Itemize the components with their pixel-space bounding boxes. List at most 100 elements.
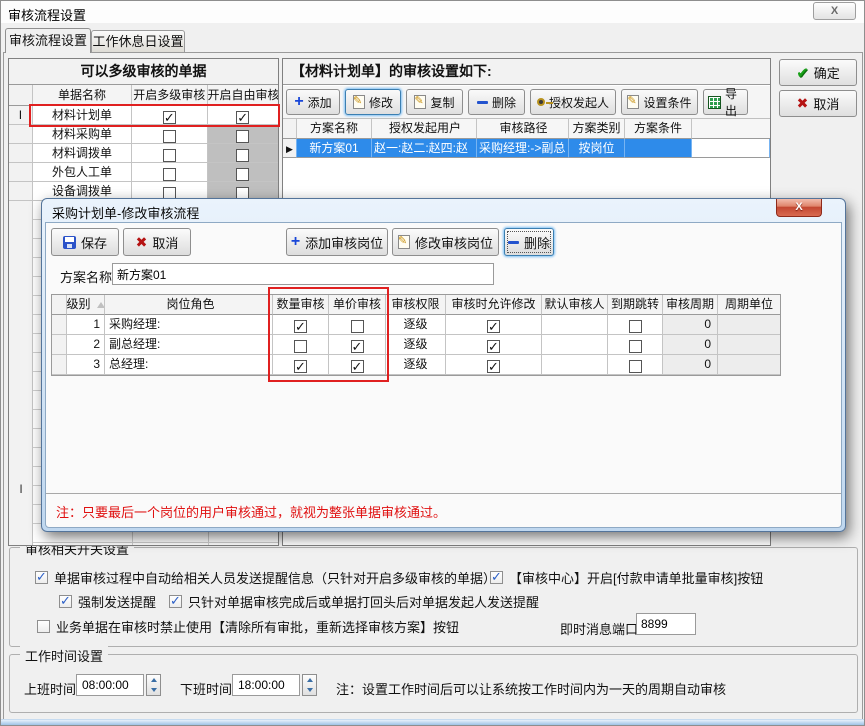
- forbid-clear-checkbox[interactable]: [37, 620, 50, 633]
- scheme-name-input[interactable]: [112, 263, 494, 285]
- default-auditor[interactable]: [542, 315, 608, 335]
- window-close-button[interactable]: X: [813, 2, 856, 20]
- col-level-label: 级别: [67, 295, 91, 314]
- plus-icon: +: [291, 235, 300, 249]
- free-audit-checkbox[interactable]: [236, 168, 249, 181]
- role[interactable]: 副总经理:: [105, 335, 273, 355]
- authorize-initiator-button[interactable]: 授权发起人: [530, 89, 616, 115]
- permission[interactable]: 逐级: [386, 355, 446, 375]
- free-audit-checkbox[interactable]: [236, 149, 249, 162]
- level[interactable]: 2: [67, 335, 105, 355]
- qty-audit-checkbox[interactable]: [294, 320, 307, 333]
- expire-jump-checkbox[interactable]: [629, 360, 642, 373]
- end-time-spinner[interactable]: [302, 674, 317, 696]
- row-marker: [9, 182, 33, 201]
- scheme-condition[interactable]: [625, 139, 692, 158]
- auto-notify-checkbox[interactable]: [35, 571, 48, 584]
- spin-up-icon[interactable]: [307, 678, 313, 682]
- permission[interactable]: 逐级: [386, 315, 446, 335]
- delete-post-button[interactable]: 删除: [504, 228, 554, 256]
- copy-button[interactable]: 复制: [406, 89, 463, 115]
- price-audit-checkbox[interactable]: [351, 360, 364, 373]
- dialog-cancel-button[interactable]: ✖ 取消: [123, 228, 191, 256]
- tab-rest-day-settings[interactable]: 工作休息日设置: [91, 30, 185, 53]
- ok-button[interactable]: ✔ 确定: [779, 59, 857, 86]
- save-button[interactable]: 保存: [51, 228, 119, 256]
- multi-level-cell: [132, 163, 207, 182]
- allow-modify-checkbox[interactable]: [487, 320, 500, 333]
- scheme-path[interactable]: 采购经理:->副总: [477, 139, 569, 158]
- add-button[interactable]: + 添加: [286, 89, 340, 115]
- multi-level-checkbox[interactable]: [163, 130, 176, 143]
- multi-level-checkbox[interactable]: [163, 168, 176, 181]
- dialog-title: 采购计划单-修改审核流程: [52, 203, 199, 222]
- audit-post-row[interactable]: 2 副总经理: 逐级 0: [52, 335, 780, 355]
- scheme-users[interactable]: 赵一:赵二:赵四:赵: [372, 139, 477, 158]
- scheme-name[interactable]: 新方案01: [297, 139, 372, 158]
- cycle[interactable]: 0: [663, 335, 718, 355]
- doc-name[interactable]: 材料采购单: [33, 125, 132, 144]
- qty-audit-checkbox[interactable]: [294, 360, 307, 373]
- qty-audit-checkbox[interactable]: [294, 340, 307, 353]
- doc-name[interactable]: 材料调拨单: [33, 144, 132, 163]
- tab-audit-flow-settings[interactable]: 审核流程设置: [5, 28, 91, 53]
- default-auditor[interactable]: [542, 355, 608, 375]
- doc-name[interactable]: 材料计划单: [33, 106, 132, 125]
- cycle-unit[interactable]: [718, 335, 780, 355]
- allow-modify-checkbox[interactable]: [487, 360, 500, 373]
- end-time-input[interactable]: [232, 674, 300, 696]
- level[interactable]: 1: [67, 315, 105, 335]
- expire-jump-cell: [608, 355, 663, 375]
- table-row[interactable]: 外包人工单: [9, 163, 278, 182]
- cycle[interactable]: 0: [663, 315, 718, 335]
- expire-jump-checkbox[interactable]: [629, 340, 642, 353]
- scheme-name-label: 方案名称: [60, 267, 112, 286]
- table-row[interactable]: I 材料计划单: [9, 106, 278, 125]
- excel-icon: [708, 96, 721, 109]
- delete-button[interactable]: 删除: [468, 89, 525, 115]
- audit-post-row[interactable]: 3 总经理: 逐级 0: [52, 355, 780, 375]
- multi-level-checkbox[interactable]: [163, 111, 176, 124]
- set-condition-button[interactable]: 设置条件: [621, 89, 698, 115]
- only-after-checkbox[interactable]: [169, 595, 182, 608]
- price-audit-checkbox[interactable]: [351, 340, 364, 353]
- role[interactable]: 采购经理:: [105, 315, 273, 335]
- scheme-category[interactable]: 按岗位: [569, 139, 625, 158]
- im-port-input[interactable]: [636, 613, 696, 635]
- cycle[interactable]: 0: [663, 355, 718, 375]
- modify-audit-post-button[interactable]: 修改审核岗位: [392, 228, 499, 256]
- spin-up-icon[interactable]: [151, 678, 157, 682]
- cancel-button[interactable]: ✖ 取消: [779, 90, 857, 117]
- table-row[interactable]: 材料调拨单: [9, 144, 278, 163]
- multi-level-checkbox[interactable]: [163, 149, 176, 162]
- price-audit-checkbox[interactable]: [351, 320, 364, 333]
- free-audit-checkbox[interactable]: [236, 111, 249, 124]
- default-auditor[interactable]: [542, 335, 608, 355]
- table-row[interactable]: 材料采购单: [9, 125, 278, 144]
- im-port-label-text: 即时消息端口: [560, 619, 638, 638]
- expire-jump-cell: [608, 335, 663, 355]
- start-time-input[interactable]: [76, 674, 144, 696]
- export-button[interactable]: 导出: [703, 89, 748, 115]
- sort-asc-icon[interactable]: [97, 302, 105, 308]
- permission[interactable]: 逐级: [386, 335, 446, 355]
- cycle-unit[interactable]: [718, 315, 780, 335]
- start-time-spinner[interactable]: [146, 674, 161, 696]
- audit-post-row[interactable]: 1 采购经理: 逐级 0: [52, 315, 780, 335]
- spin-down-icon[interactable]: [151, 688, 157, 692]
- add-audit-post-button[interactable]: + 添加审核岗位: [286, 228, 388, 256]
- level[interactable]: 3: [67, 355, 105, 375]
- allow-modify-checkbox[interactable]: [487, 340, 500, 353]
- expire-jump-checkbox[interactable]: [629, 320, 642, 333]
- free-audit-checkbox[interactable]: [236, 130, 249, 143]
- allow-modify-cell: [446, 315, 542, 335]
- scheme-row-selected[interactable]: ▶ 新方案01 赵一:赵二:赵四:赵 采购经理:->副总 按岗位: [283, 139, 770, 158]
- audit-center-checkbox[interactable]: [490, 571, 503, 584]
- modify-button[interactable]: 修改: [345, 89, 401, 115]
- spin-down-icon[interactable]: [307, 688, 313, 692]
- cycle-unit[interactable]: [718, 355, 780, 375]
- dialog-close-button[interactable]: X: [776, 199, 822, 217]
- force-notify-checkbox[interactable]: [59, 595, 72, 608]
- role[interactable]: 总经理:: [105, 355, 273, 375]
- doc-name[interactable]: 外包人工单: [33, 163, 132, 182]
